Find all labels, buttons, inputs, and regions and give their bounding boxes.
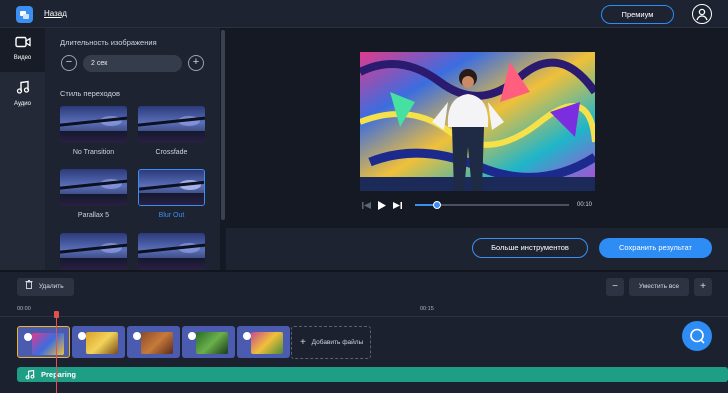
save-result-button[interactable]: Сохранить результат: [599, 238, 712, 258]
rail-item-label: Аудио: [14, 101, 31, 107]
progress-knob[interactable]: [432, 201, 441, 209]
playhead-handle[interactable]: [54, 311, 59, 318]
transition-thumb[interactable]: [60, 233, 127, 270]
transitions-title: Стиль переходов: [60, 89, 121, 98]
clip-thumbnail: [251, 332, 283, 354]
support-chat-button[interactable]: [682, 321, 712, 351]
rail-item-video[interactable]: Видео: [0, 28, 45, 72]
add-files-label: Добавить файлы: [311, 339, 364, 346]
play-icon[interactable]: [377, 201, 386, 210]
video-frame-image: [360, 52, 595, 191]
skip-back-icon[interactable]: [362, 201, 371, 210]
more-tools-button[interactable]: Больше инструментов: [472, 238, 588, 258]
playback-progress-bar[interactable]: [415, 201, 569, 209]
action-bar: Больше инструментов Сохранить результат: [226, 228, 728, 270]
timeline-ruler[interactable]: 00:00 00:15: [0, 300, 728, 320]
delete-button[interactable]: Удалить: [17, 278, 74, 296]
camera-badge-icon: [188, 332, 196, 340]
skip-forward-icon[interactable]: [393, 201, 402, 210]
music-note-icon: [16, 80, 29, 94]
duration-title: Длительность изображения: [60, 38, 157, 47]
duration-input[interactable]: 2 сек: [83, 55, 182, 72]
transition-label: Parallax 5: [77, 212, 110, 219]
add-files-button[interactable]: + Добавить файлы: [291, 326, 371, 359]
playback-time: 00:10: [577, 202, 593, 208]
fit-all-button[interactable]: Уместить все: [629, 278, 689, 296]
video-preview-area: 00:10: [226, 28, 728, 228]
clip-thumbnail: [86, 332, 118, 354]
trash-icon: [25, 280, 33, 289]
transition-thumb-parallax-5[interactable]: [60, 169, 127, 206]
scrollbar-thumb[interactable]: [221, 30, 225, 220]
video-frame[interactable]: [360, 52, 595, 191]
clip-thumbnail: [32, 333, 64, 355]
video-camera-icon: [14, 36, 31, 48]
transition-label: Crossfade: [155, 149, 188, 156]
transition-thumb-crossfade[interactable]: [138, 106, 205, 143]
back-link[interactable]: Назад: [44, 9, 67, 18]
timeline-clip[interactable]: [127, 326, 180, 358]
transition-thumb[interactable]: [138, 233, 205, 270]
premium-button[interactable]: Премиум: [601, 5, 674, 24]
settings-panel: Длительность изображения − 2 сек + Стиль…: [45, 28, 220, 270]
video-editor-app: Назад Премиум Видео Аудио Длительность и…: [0, 0, 728, 393]
ruler-line: [0, 316, 728, 317]
rail-item-audio[interactable]: Аудио: [0, 72, 45, 116]
transition-label: No Transition: [72, 149, 115, 156]
transition-label: Blur Out: [158, 212, 185, 219]
clip-thumbnail: [196, 332, 228, 354]
camera-badge-icon: [243, 332, 251, 340]
chat-bubble-icon: [690, 328, 705, 344]
ruler-tick-label: 00:00: [17, 306, 31, 312]
increase-duration-button[interactable]: +: [188, 55, 204, 71]
timeline-playhead[interactable]: [54, 311, 59, 393]
timeline-clip[interactable]: [182, 326, 235, 358]
top-bar: Назад Премиум: [0, 0, 728, 28]
delete-label: Удалить: [38, 283, 64, 290]
rail-item-label: Видео: [13, 55, 32, 61]
timeline: Удалить − Уместить все + 00:00 00:15 + Д…: [0, 270, 728, 393]
ruler-tick-label: 00:15: [420, 306, 434, 312]
audio-track[interactable]: Preparing: [17, 367, 728, 382]
camera-badge-icon: [133, 332, 141, 340]
transition-thumb-no-transition[interactable]: [60, 106, 127, 143]
clip-thumbnail: [141, 332, 173, 354]
decrease-duration-button[interactable]: −: [61, 55, 77, 71]
zoom-out-button[interactable]: −: [606, 278, 624, 296]
timeline-clip[interactable]: [237, 326, 290, 358]
plus-icon: +: [300, 337, 306, 348]
music-note-icon: [25, 369, 35, 380]
audio-track-label: Preparing: [41, 370, 77, 379]
camera-badge-icon: [78, 332, 86, 340]
zoom-in-button[interactable]: +: [694, 278, 712, 296]
timeline-clip[interactable]: [72, 326, 125, 358]
camera-badge-icon: [24, 333, 32, 341]
left-rail: Видео Аудио: [0, 28, 45, 270]
transition-thumb-blur-out[interactable]: [138, 169, 205, 206]
user-account-icon[interactable]: [692, 4, 712, 24]
app-logo-icon[interactable]: [16, 6, 33, 23]
timeline-clip[interactable]: [17, 326, 70, 358]
